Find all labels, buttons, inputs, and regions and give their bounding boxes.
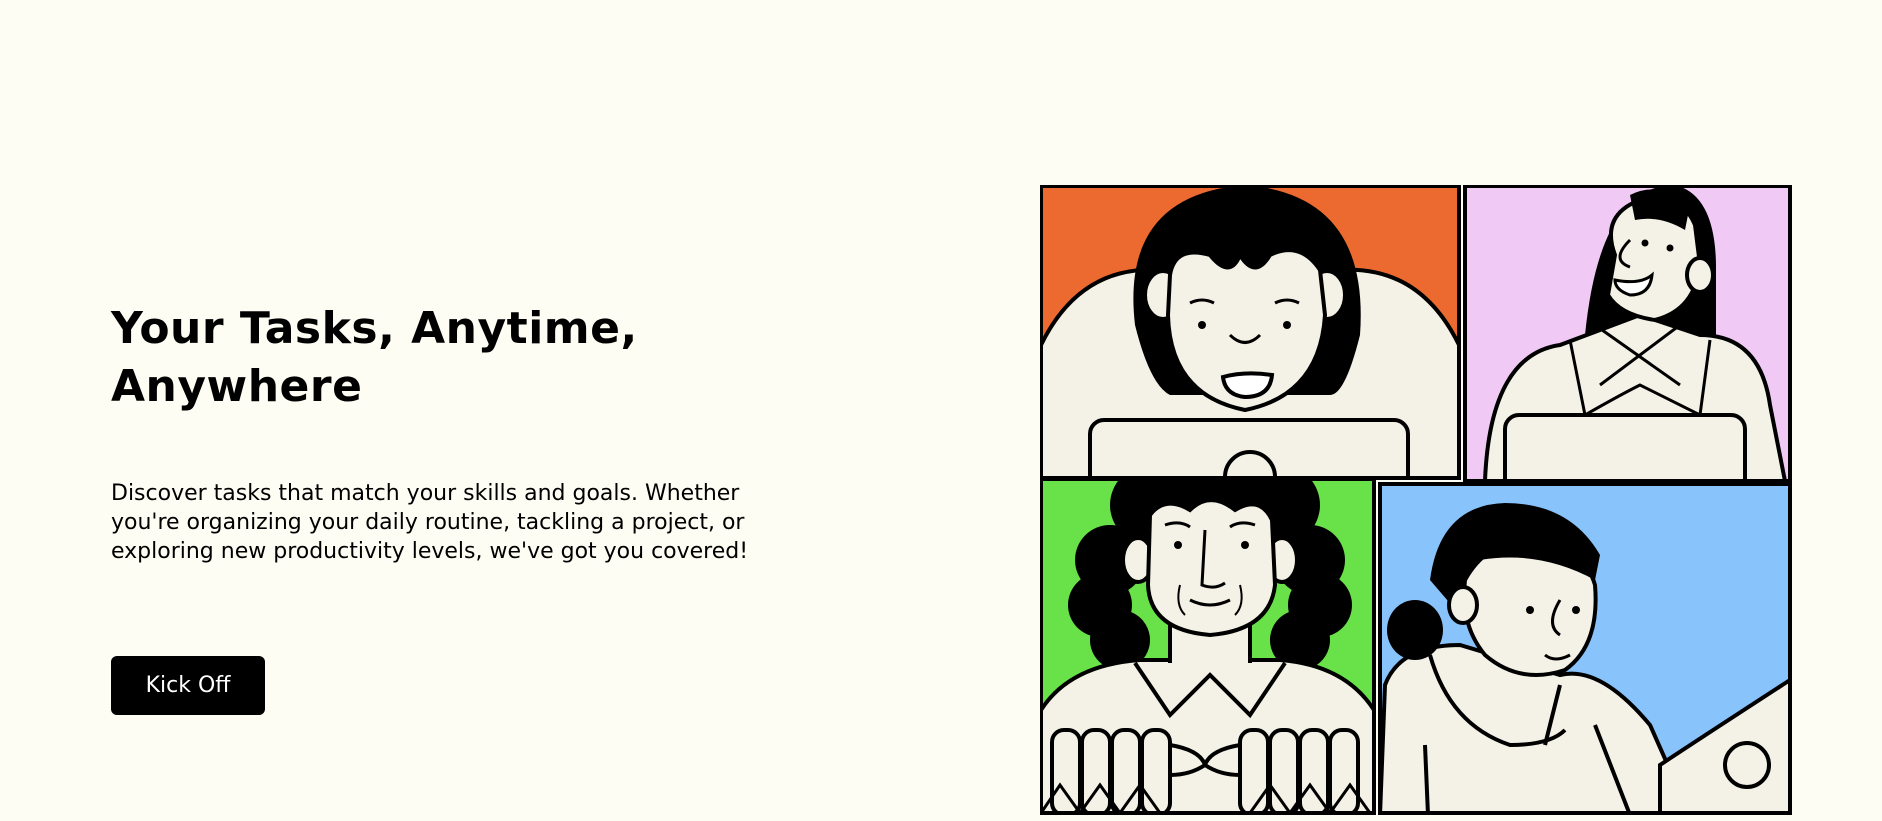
hero-description: Discover tasks that match your skills an… xyxy=(111,481,749,564)
hero-text: Your Tasks, Anytime, Anywhere Discover t… xyxy=(111,300,791,566)
video-call-illustration xyxy=(1040,185,1792,815)
kick-off-button[interactable]: Kick Off xyxy=(111,656,265,715)
panel-blue xyxy=(1380,484,1790,813)
panel-green xyxy=(1041,479,1374,813)
hero-title: Your Tasks, Anytime, Anywhere xyxy=(111,303,638,412)
panel-orange xyxy=(1041,186,1459,478)
panel-pink xyxy=(1465,186,1790,481)
